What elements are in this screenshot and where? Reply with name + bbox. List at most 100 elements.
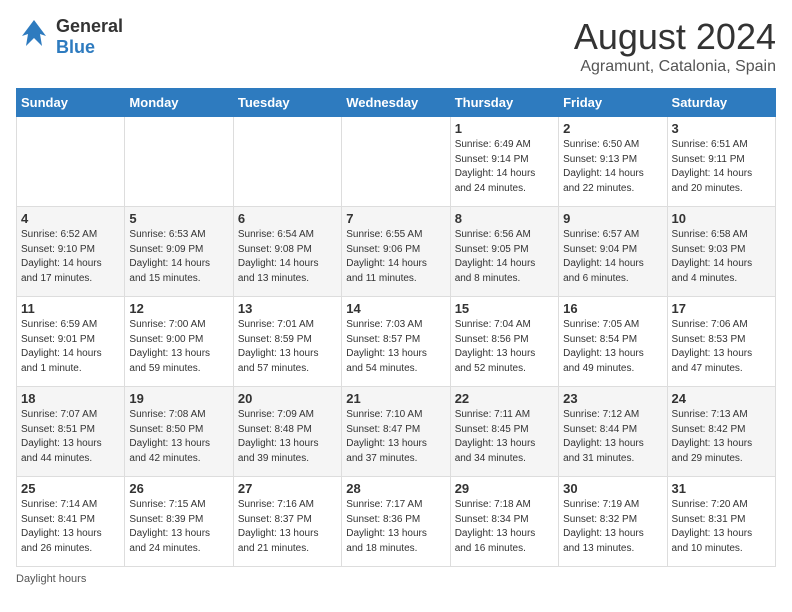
header-day-thursday: Thursday xyxy=(450,89,558,117)
day-info: Sunrise: 7:20 AM Sunset: 8:31 PM Dayligh… xyxy=(672,498,771,556)
day-number: 12 xyxy=(129,301,228,316)
day-info: Sunrise: 7:12 AM Sunset: 8:44 PM Dayligh… xyxy=(563,408,662,466)
day-number: 5 xyxy=(129,211,228,226)
day-info: Sunrise: 7:14 AM Sunset: 8:41 PM Dayligh… xyxy=(21,498,120,556)
day-number: 4 xyxy=(21,211,120,226)
page-subtitle: Agramunt, Catalonia, Spain xyxy=(574,58,776,76)
day-number: 20 xyxy=(238,391,337,406)
calendar-cell: 6Sunrise: 6:54 AM Sunset: 9:08 PM Daylig… xyxy=(233,207,341,297)
calendar-cell: 22 Sunrise: 7:11 AM Sunset: 8:45 PM Dayli… xyxy=(450,387,558,477)
header-day-monday: Monday xyxy=(125,89,233,117)
day-number: 31 xyxy=(672,481,771,496)
day-info: Sunrise: 6:51 AM Sunset: 9:11 PM Dayligh… xyxy=(672,138,771,196)
day-number: 21 xyxy=(346,391,445,406)
day-number: 1 xyxy=(455,121,554,136)
calendar-cell: 10 Sunrise: 6:58 AM Sunset: 9:03 PM Dayli… xyxy=(667,207,775,297)
header: General Blue August 2024 Agramunt, Catal… xyxy=(16,16,776,76)
day-number: 27 xyxy=(238,481,337,496)
calendar-cell: 31 Sunrise: 7:20 AM Sunset: 8:31 PM Dayli… xyxy=(667,477,775,567)
day-number: 29 xyxy=(455,481,554,496)
day-info: Sunrise: 7:05 AM Sunset: 8:54 PM Dayligh… xyxy=(563,318,662,376)
day-number: 23 xyxy=(563,391,662,406)
calendar-cell: 1 Sunrise: 6:49 AM Sunset: 9:14 PM Daylig… xyxy=(450,117,558,207)
calendar-cell xyxy=(233,117,341,207)
calendar-cell: 11Sunrise: 6:59 AM Sunset: 9:01 PM Dayli… xyxy=(17,297,125,387)
calendar-cell: 5Sunrise: 6:53 AM Sunset: 9:09 PM Daylig… xyxy=(125,207,233,297)
day-info: Sunrise: 7:01 AM Sunset: 8:59 PM Dayligh… xyxy=(238,318,337,376)
day-number: 28 xyxy=(346,481,445,496)
calendar-cell: 28 Sunrise: 7:17 AM Sunset: 8:36 PM Dayli… xyxy=(342,477,450,567)
logo-general-text: General xyxy=(56,16,123,36)
day-info: Sunrise: 7:11 AM Sunset: 8:45 PM Dayligh… xyxy=(455,408,554,466)
title-area: August 2024 Agramunt, Catalonia, Spain xyxy=(574,16,776,76)
logo: General Blue xyxy=(16,16,123,58)
day-number: 13 xyxy=(238,301,337,316)
header-day-friday: Friday xyxy=(559,89,667,117)
calendar-cell xyxy=(342,117,450,207)
day-info: Sunrise: 7:16 AM Sunset: 8:37 PM Dayligh… xyxy=(238,498,337,556)
calendar-cell: 8 Sunrise: 6:56 AM Sunset: 9:05 PM Daylig… xyxy=(450,207,558,297)
day-number: 19 xyxy=(129,391,228,406)
calendar-week-4: 18Sunrise: 7:07 AM Sunset: 8:51 PM Dayli… xyxy=(17,387,776,477)
calendar-cell: 24Sunrise: 7:13 AM Sunset: 8:42 PM Dayli… xyxy=(667,387,775,477)
day-info: Sunrise: 7:00 AM Sunset: 9:00 PM Dayligh… xyxy=(129,318,228,376)
calendar-cell: 15Sunrise: 7:04 AM Sunset: 8:56 PM Dayli… xyxy=(450,297,558,387)
day-number: 26 xyxy=(129,481,228,496)
day-info: Sunrise: 7:17 AM Sunset: 8:36 PM Dayligh… xyxy=(346,498,445,556)
footer-note: Daylight hours xyxy=(16,573,776,585)
day-info: Sunrise: 7:06 AM Sunset: 8:53 PM Dayligh… xyxy=(672,318,771,376)
calendar-cell xyxy=(125,117,233,207)
day-info: Sunrise: 6:55 AM Sunset: 9:06 PM Dayligh… xyxy=(346,228,445,286)
calendar-cell: 30Sunrise: 7:19 AM Sunset: 8:32 PM Dayli… xyxy=(559,477,667,567)
day-number: 11 xyxy=(21,301,120,316)
header-day-saturday: Saturday xyxy=(667,89,775,117)
calendar-cell: 25Sunrise: 7:14 AM Sunset: 8:41 PM Dayli… xyxy=(17,477,125,567)
calendar-cell: 18Sunrise: 7:07 AM Sunset: 8:51 PM Dayli… xyxy=(17,387,125,477)
calendar-cell: 13 Sunrise: 7:01 AM Sunset: 8:59 PM Dayli… xyxy=(233,297,341,387)
calendar-cell: 20 Sunrise: 7:09 AM Sunset: 8:48 PM Dayli… xyxy=(233,387,341,477)
day-info: Sunrise: 7:09 AM Sunset: 8:48 PM Dayligh… xyxy=(238,408,337,466)
day-info: Sunrise: 7:10 AM Sunset: 8:47 PM Dayligh… xyxy=(346,408,445,466)
day-number: 3 xyxy=(672,121,771,136)
header-day-wednesday: Wednesday xyxy=(342,89,450,117)
day-number: 17 xyxy=(672,301,771,316)
day-number: 18 xyxy=(21,391,120,406)
day-info: Sunrise: 7:15 AM Sunset: 8:39 PM Dayligh… xyxy=(129,498,228,556)
day-number: 22 xyxy=(455,391,554,406)
day-info: Sunrise: 7:03 AM Sunset: 8:57 PM Dayligh… xyxy=(346,318,445,376)
day-number: 24 xyxy=(672,391,771,406)
day-number: 16 xyxy=(563,301,662,316)
day-number: 7 xyxy=(346,211,445,226)
calendar-cell: 29Sunrise: 7:18 AM Sunset: 8:34 PM Dayli… xyxy=(450,477,558,567)
calendar-cell xyxy=(17,117,125,207)
day-number: 8 xyxy=(455,211,554,226)
day-number: 9 xyxy=(563,211,662,226)
calendar-cell: 21 Sunrise: 7:10 AM Sunset: 8:47 PM Dayli… xyxy=(342,387,450,477)
calendar-cell: 7 Sunrise: 6:55 AM Sunset: 9:06 PM Daylig… xyxy=(342,207,450,297)
calendar-header: SundayMondayTuesdayWednesdayThursdayFrid… xyxy=(17,89,776,117)
calendar-week-5: 25Sunrise: 7:14 AM Sunset: 8:41 PM Dayli… xyxy=(17,477,776,567)
logo-bird-icon xyxy=(16,16,52,58)
calendar-cell: 27 Sunrise: 7:16 AM Sunset: 8:37 PM Dayli… xyxy=(233,477,341,567)
day-info: Sunrise: 7:04 AM Sunset: 8:56 PM Dayligh… xyxy=(455,318,554,376)
day-info: Sunrise: 6:50 AM Sunset: 9:13 PM Dayligh… xyxy=(563,138,662,196)
calendar-table: SundayMondayTuesdayWednesdayThursdayFrid… xyxy=(16,88,776,567)
day-number: 2 xyxy=(563,121,662,136)
day-number: 14 xyxy=(346,301,445,316)
calendar-cell: 16 Sunrise: 7:05 AM Sunset: 8:54 PM Dayli… xyxy=(559,297,667,387)
day-info: Sunrise: 6:56 AM Sunset: 9:05 PM Dayligh… xyxy=(455,228,554,286)
day-info: Sunrise: 6:58 AM Sunset: 9:03 PM Dayligh… xyxy=(672,228,771,286)
calendar-cell: 12 Sunrise: 7:00 AM Sunset: 9:00 PM Dayli… xyxy=(125,297,233,387)
day-info: Sunrise: 6:49 AM Sunset: 9:14 PM Dayligh… xyxy=(455,138,554,196)
header-day-tuesday: Tuesday xyxy=(233,89,341,117)
calendar-cell: 26 Sunrise: 7:15 AM Sunset: 8:39 PM Dayli… xyxy=(125,477,233,567)
day-info: Sunrise: 6:57 AM Sunset: 9:04 PM Dayligh… xyxy=(563,228,662,286)
header-day-sunday: Sunday xyxy=(17,89,125,117)
day-info: Sunrise: 7:08 AM Sunset: 8:50 PM Dayligh… xyxy=(129,408,228,466)
day-info: Sunrise: 6:52 AM Sunset: 9:10 PM Dayligh… xyxy=(21,228,120,286)
day-number: 6 xyxy=(238,211,337,226)
calendar-week-2: 4 Sunrise: 6:52 AM Sunset: 9:10 PM Daylig… xyxy=(17,207,776,297)
page-title: August 2024 xyxy=(574,16,776,58)
day-number: 10 xyxy=(672,211,771,226)
calendar-cell: 4 Sunrise: 6:52 AM Sunset: 9:10 PM Daylig… xyxy=(17,207,125,297)
